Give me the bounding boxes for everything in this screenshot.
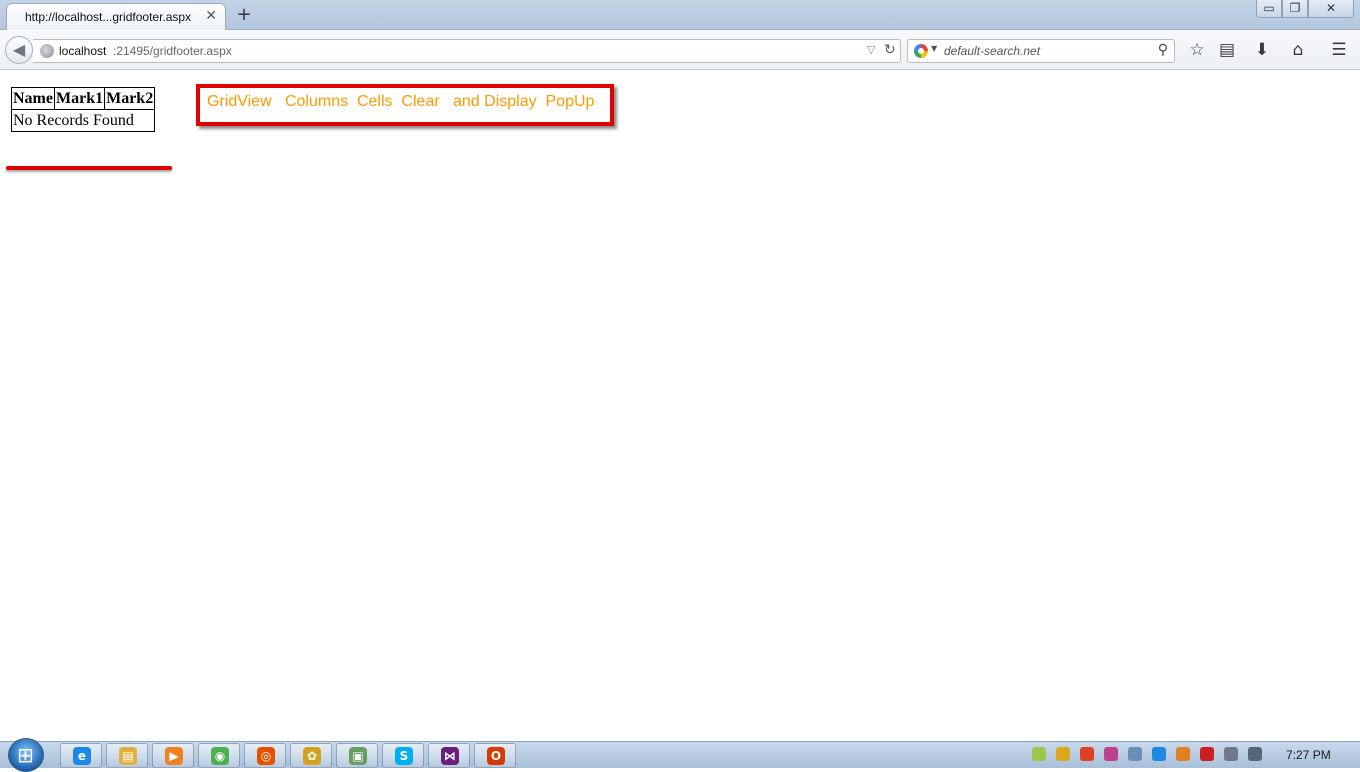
- ie-tray-icon[interactable]: [1152, 747, 1166, 761]
- network-tray-icon[interactable]: [1128, 747, 1142, 761]
- reading-list-icon[interactable]: ▤: [1215, 38, 1239, 62]
- paint-icon: ✿: [303, 747, 321, 765]
- office-icon: O: [487, 747, 505, 765]
- downloads-icon[interactable]: ⬇: [1250, 38, 1274, 62]
- page-content: Name Mark1 Mark2 No Records Found GridVi…: [0, 71, 1360, 741]
- start-button[interactable]: [8, 738, 44, 772]
- history-dropdown-icon[interactable]: ▽: [867, 43, 875, 56]
- display-tray-icon[interactable]: [1224, 747, 1238, 761]
- flag-tray-icon[interactable]: [1200, 747, 1214, 761]
- firefox-icon: ◎: [257, 747, 275, 765]
- search-magnifier-icon[interactable]: ⚲: [1158, 42, 1168, 58]
- grid-header-mark2: Mark2: [104, 87, 156, 110]
- menu-icon[interactable]: ☰: [1327, 38, 1351, 62]
- grid-header-mark1: Mark1: [53, 87, 106, 110]
- bookmark-star-icon[interactable]: ☆: [1185, 38, 1209, 62]
- url-path: :21495/gridfooter.aspx: [113, 44, 232, 58]
- popup-panel: GridView Columns Cells Clear and Display…: [196, 84, 614, 126]
- notes-tray-icon[interactable]: [1032, 747, 1046, 761]
- search-input[interactable]: default-search.net: [944, 44, 1040, 58]
- chrome-icon: ◉: [211, 747, 229, 765]
- browser-tab[interactable]: http://localhost...gridfooter.aspx ✕: [6, 3, 226, 31]
- internet-explorer-icon: e: [73, 747, 91, 765]
- taskbar-app-button[interactable]: S: [382, 743, 424, 768]
- taskbar-app-button[interactable]: e: [60, 743, 102, 768]
- update-tray-icon[interactable]: [1176, 747, 1190, 761]
- url-bar[interactable]: localhost :21495/gridfooter.aspx ▽ ↻: [33, 39, 901, 63]
- taskbar-app-button[interactable]: O: [474, 743, 516, 768]
- photos-icon: ▣: [349, 747, 367, 765]
- file-explorer-icon: ▤: [119, 747, 137, 765]
- skype-icon: S: [395, 747, 413, 765]
- search-bar[interactable]: ▼ default-search.net ⚲: [907, 39, 1175, 63]
- taskbar-app-button[interactable]: ◎: [244, 743, 286, 768]
- paint-tray-icon[interactable]: [1056, 747, 1070, 761]
- navigation-bar: ◀ localhost :21495/gridfooter.aspx ▽ ↻ ▼…: [0, 30, 1360, 70]
- back-button[interactable]: ◀: [5, 36, 33, 64]
- search-engine-icon[interactable]: [914, 44, 928, 58]
- home-icon[interactable]: ⌂: [1286, 38, 1310, 62]
- taskbar: e ▤ ▶ ◉ ◎ ✿ ▣ S ⋈ O 7:27 PM: [0, 738, 1360, 772]
- restore-button[interactable]: ❐: [1282, 0, 1308, 18]
- taskbar-app-button[interactable]: ▤: [106, 743, 148, 768]
- pdf-tray-icon[interactable]: [1104, 747, 1118, 761]
- minimize-button[interactable]: ▭: [1256, 0, 1282, 18]
- volume-tray-icon[interactable]: [1248, 747, 1262, 761]
- close-window-button[interactable]: ✕: [1308, 0, 1354, 18]
- taskbar-app-button[interactable]: ▣: [336, 743, 378, 768]
- media-player-icon: ▶: [165, 747, 183, 765]
- clock[interactable]: 7:27 PM: [1286, 748, 1331, 762]
- tab-strip: http://localhost...gridfooter.aspx ✕ + ▭…: [0, 0, 1360, 31]
- url-host: localhost: [59, 44, 107, 58]
- taskbar-app-button[interactable]: ✿: [290, 743, 332, 768]
- search-engine-dropdown-icon[interactable]: ▼: [931, 44, 937, 53]
- tab-close-icon[interactable]: ✕: [205, 9, 217, 23]
- reload-icon[interactable]: ↻: [884, 42, 896, 58]
- taskbar-app-button[interactable]: ⋈: [428, 743, 470, 768]
- grid-header-row: Name Mark1 Mark2: [11, 87, 156, 110]
- back-arrow-icon: ◀: [12, 40, 26, 59]
- taskbar-app-button[interactable]: ◉: [198, 743, 240, 768]
- app-tray-icon[interactable]: [1080, 747, 1094, 761]
- site-identity-icon[interactable]: [40, 44, 54, 58]
- taskbar-app-button[interactable]: ▶: [152, 743, 194, 768]
- grid-header-name: Name: [11, 87, 55, 110]
- grid-empty-text: No Records Found: [10, 109, 156, 132]
- popup-text: GridView Columns Cells Clear and Display…: [207, 93, 595, 110]
- grid-empty-row: No Records Found: [10, 109, 156, 132]
- grid-view: Name Mark1 Mark2 No Records Found: [10, 87, 156, 132]
- new-tab-button[interactable]: +: [234, 5, 254, 25]
- footer-divider: [6, 166, 172, 170]
- tab-title: http://localhost...gridfooter.aspx: [25, 10, 192, 24]
- visual-studio-icon: ⋈: [441, 747, 459, 765]
